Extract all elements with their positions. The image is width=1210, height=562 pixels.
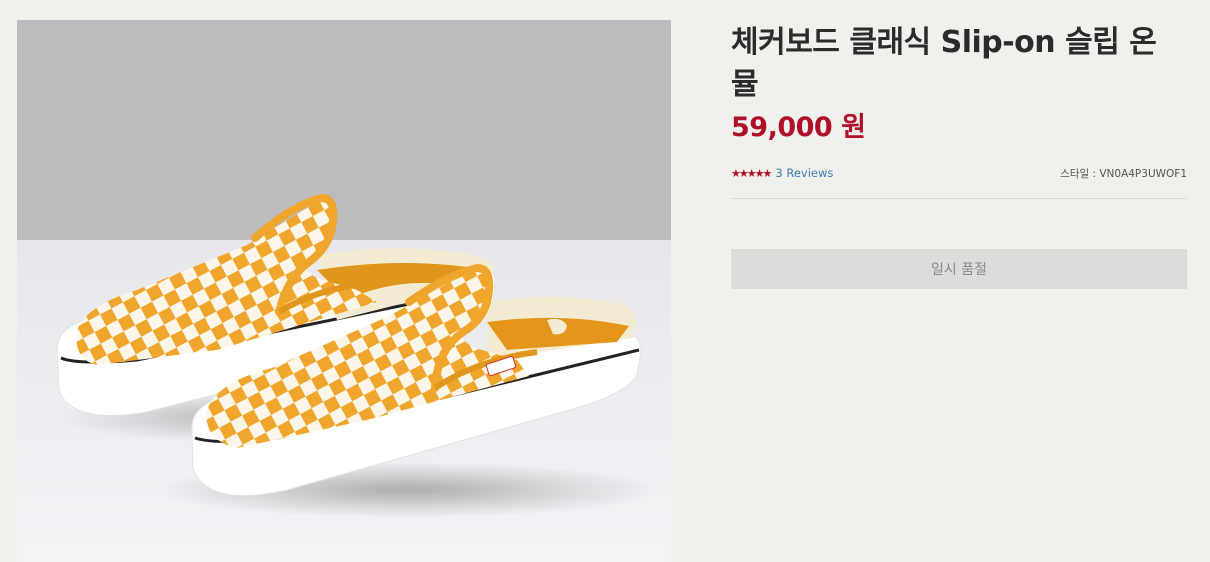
star-icon: ★ [738,166,749,180]
star-icon: ★ [746,166,757,180]
rating: ★ ★ ★ ★ ★ 3 Reviews [731,166,833,180]
star-icon: ★ [731,166,741,180]
product-price: 59,000 원 [731,112,866,143]
soldout-button[interactable]: 일시 품절 [731,249,1187,289]
product-meta-row: ★ ★ ★ ★ ★ 3 Reviews 스타일 : VN0A4P3UWOF1 [731,162,1187,199]
product-info: 체커보드 클래식 Slip-on 슬립 온 뮬 59,000 원 ★ ★ ★ ★… [731,20,1187,289]
product-title: 체커보드 클래식 Slip-on 슬립 온 뮬 [731,25,1157,102]
reviews-link[interactable]: 3 Reviews [775,166,833,180]
star-icon: ★ [762,166,773,180]
product-image[interactable] [17,20,671,562]
star-icon: ★ [754,166,765,180]
rating-stars: ★ ★ ★ ★ ★ [731,166,773,180]
style-code: 스타일 : VN0A4P3UWOF1 [1060,167,1187,180]
